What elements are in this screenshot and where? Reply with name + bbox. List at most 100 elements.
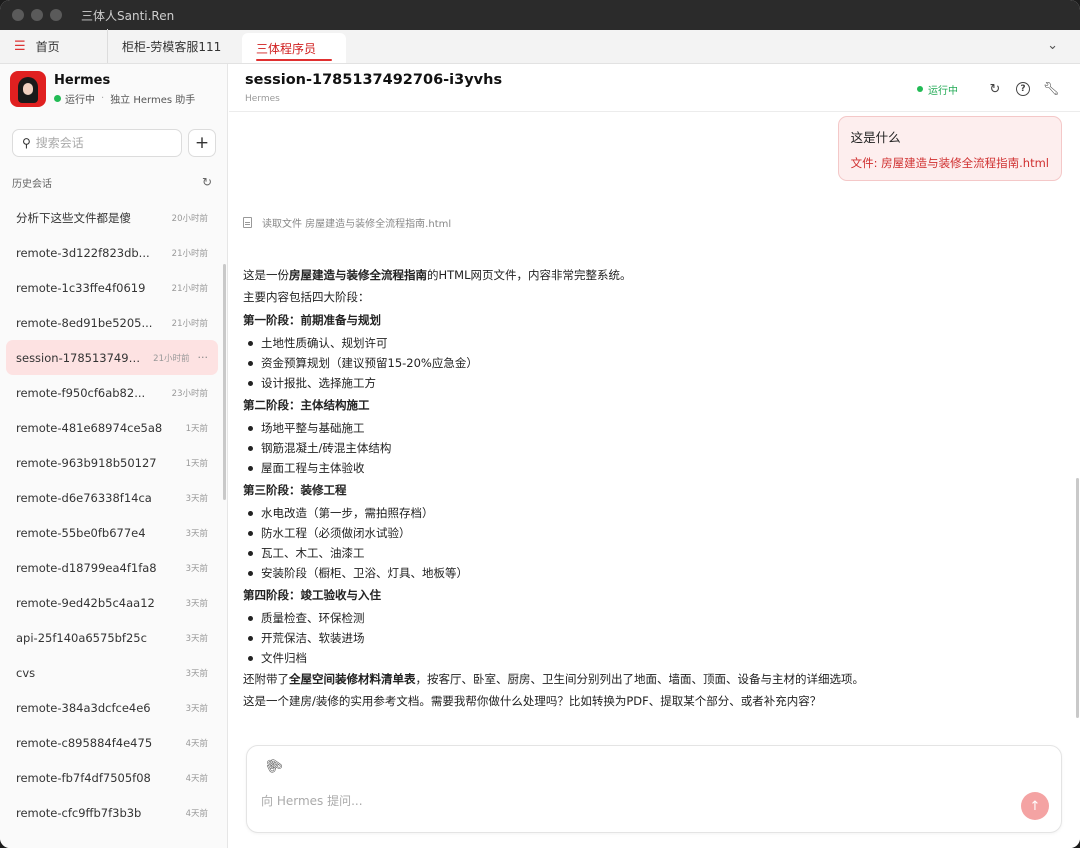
session-item[interactable]: remote-963b918b50127 1天前 [6,445,218,480]
reload-icon[interactable]: ↻ [986,80,1004,98]
stage-item: 开荒保洁、软装进场 [243,628,1063,648]
session-name: remote-481e68974ce5a8 [16,420,163,435]
session-time: 20小时前 [171,213,208,224]
session-time: 3天前 [185,598,208,609]
app-meta: Hermes 运行中 · 独立 Hermes 助手 [54,73,195,106]
answer-summary: 主要内容包括四大阶段： [243,290,370,304]
session-item[interactable]: remote-d6e76338f14ca 3天前 [6,480,218,515]
session-name: remote-9ed42b5c4aa12 [16,595,155,610]
session-time: 21小时前 [171,283,208,294]
stage-heading: 第三阶段：装修工程 [243,483,347,497]
header-actions: 运行中 ↻ ? 🔧︎ [917,80,1060,98]
session-time: 3天前 [185,633,208,644]
session-time: 3天前 [185,493,208,504]
session-item[interactable]: remote-f950cf6ab82... 23小时前 [6,375,218,410]
user-attached-file[interactable]: 文件: 房屋建造与装修全流程指南.html [851,155,1049,171]
app-header: Hermes 运行中 · 独立 Hermes 助手 [0,64,227,114]
tab-guigui[interactable]: 柜柜-劳模客服111 [108,29,242,63]
stage-heading: 第四阶段：竣工验收与入住 [243,588,381,602]
app-role: 独立 Hermes 助手 [110,94,196,106]
session-name: remote-963b918b50127 [16,455,157,470]
session-item[interactable]: remote-d18799ea4f1fa8 3天前 [6,550,218,585]
close-window-button[interactable] [12,9,24,21]
history-title: 历史会话 [12,179,52,190]
chevron-down-icon[interactable]: ⌄ [1047,38,1058,53]
session-item[interactable]: remote-55be0fb677e4 3天前 [6,515,218,550]
session-name: remote-c895884f4e475 [16,735,153,750]
more-icon[interactable]: ··· [198,351,209,364]
session-name: remote-fb7f4df7505f08 [16,770,151,785]
session-item[interactable]: remote-481e68974ce5a8 1天前 [6,410,218,445]
session-time: 21小时前 [153,353,190,364]
session-item[interactable]: 分析下这些文件都是傻 20小时前 [6,200,218,235]
session-item[interactable]: remote-1c33ffe4f0619 21小时前 [6,270,218,305]
minimize-window-button[interactable] [31,9,43,21]
session-time: 3天前 [185,563,208,574]
session-name: remote-384a3dcfce4e6 [16,700,151,715]
session-name: remote-8ed91be5205... [16,315,153,330]
session-name: api-25f140a6575bf25c [16,630,147,645]
stage-item: 设计报批、选择施工方 [243,373,1063,393]
stage-item: 瓦工、木工、油漆工 [243,543,1063,563]
session-item[interactable]: remote-cfc9ffb7f3b3b 4天前 [6,795,218,830]
user-message-text: 这是什么 [850,130,901,145]
sidebar-scrollbar[interactable] [223,264,226,500]
session-item[interactable]: remote-c895884f4e475 4天前 [6,725,218,760]
status-dot-icon [54,94,61,102]
session-item[interactable]: remote-fb7f4df7505f08 4天前 [6,760,218,795]
send-button[interactable]: ↑ [1021,792,1049,820]
stage-items: 质量检查、环保检测 开荒保洁、软装进场 文件归档 [243,608,1063,668]
answer-extra: 还附带了全屋空间装修材料清单表，按客厅、卧室、厨房、卫生间分别列出了地面、墙面、… [243,672,864,686]
status-text: 运行中 [65,94,95,106]
stage-item: 防水工程（必须做闭水试验） [243,523,1063,543]
search-input[interactable] [35,136,156,150]
sidebar: Hermes 运行中 · 独立 Hermes 助手 ⚲ + 历史会话 ↻ [0,64,228,848]
refresh-icon[interactable]: ↻ [202,175,212,190]
session-time: 21小时前 [171,248,208,259]
stage-item: 屋面工程与主体验收 [243,458,1063,478]
title-bar: 三体人Santi.Ren [0,0,1080,30]
tab-santi-programmer[interactable]: 三体程序员 [242,33,346,63]
search-row: ⚲ + [12,129,216,157]
session-time: 3天前 [185,703,208,714]
user-message-bubble: 这是什么 文件: 房屋建造与装修全流程指南.html [837,116,1062,181]
file-icon [243,217,252,228]
session-time: 23小时前 [171,388,208,399]
session-item[interactable]: remote-3d122f823db... 21小时前 [6,235,218,270]
session-item[interactable]: remote-9ed42b5c4aa12 3天前 [6,585,218,620]
help-icon[interactable]: ? [1016,82,1030,96]
running-status: 运行中 [917,82,958,97]
session-item[interactable]: api-25f140a6575bf25c 3天前 [6,620,218,655]
stage-list: 第一阶段：前期准备与规划 土地性质确认、规划许可 资金预算规划（建议预留15-20%… [243,308,1063,668]
session-time: 4天前 [185,808,208,819]
session-name: remote-f950cf6ab82... [16,385,146,400]
app-status: 运行中 · 独立 Hermes 助手 [54,91,195,106]
tool-call-line[interactable]: 读取文件 房屋建造与装修全流程指南.html [243,215,451,230]
stage-heading: 第二阶段：主体结构施工 [243,398,370,412]
session-list: 分析下这些文件都是傻 20小时前 remote-3d122f823db... 21小时… [6,200,218,848]
session-name: remote-d6e76338f14ca [16,490,152,505]
session-item[interactable]: remote-384a3dcfce4e6 3天前 [6,690,218,725]
avatar [10,71,46,107]
session-time: 3天前 [185,668,208,679]
new-session-button[interactable]: + [188,129,216,157]
tool-call-text: 读取文件 房屋建造与装修全流程指南.html [262,219,452,230]
stage-item: 文件归档 [243,648,1063,668]
separator: · [101,92,105,104]
chat-scrollbar[interactable] [1076,478,1079,718]
session-item[interactable]: cvs 3天前 [6,655,218,690]
maximize-window-button[interactable] [50,9,62,21]
session-item[interactable]: remote-8ed91be5205... 21小时前 [6,305,218,340]
session-name: remote-3d122f823db... [16,245,150,260]
paperclip-icon[interactable]: 🖇︎ [262,754,286,778]
wrench-icon[interactable]: 🔧︎ [1042,80,1060,98]
tab-home[interactable]: ☰ 首页 [0,29,108,63]
plus-icon: + [194,133,210,153]
session-time: 4天前 [185,773,208,784]
stage-item: 钢筋混凝土/砖混主体结构 [243,438,1063,458]
message-input[interactable] [261,792,1001,814]
session-header: session-1785137492706-i3yvhs Hermes 运行中 … [229,64,1080,112]
session-time: 4天前 [185,738,208,749]
search-box[interactable]: ⚲ [12,129,182,157]
session-item[interactable]: session-17851374927... 21小时前 ··· [6,340,218,375]
